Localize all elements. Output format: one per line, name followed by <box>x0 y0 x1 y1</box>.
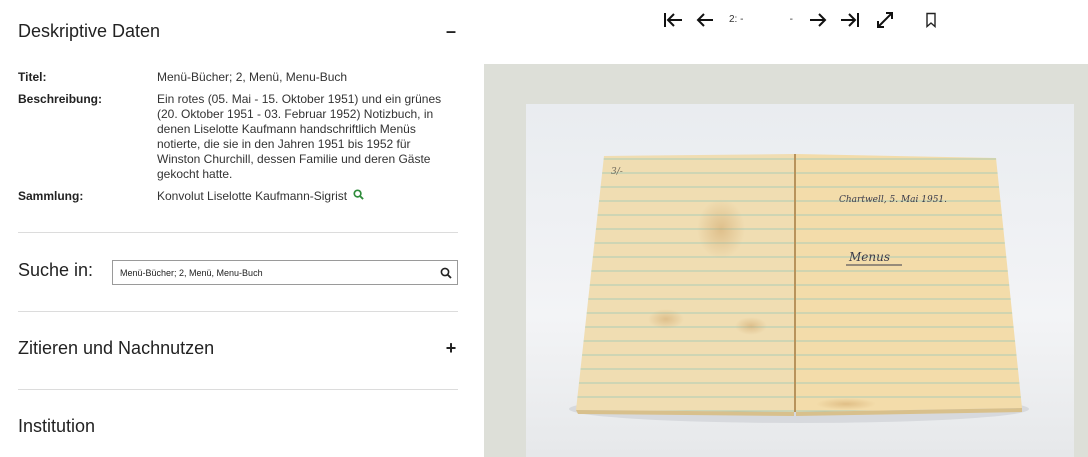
collection-link[interactable]: Konvolut Liselotte Kaufmann-Sigrist <box>157 189 347 203</box>
next-page-button[interactable] <box>807 9 829 31</box>
institution-section-header[interactable]: Institution <box>18 416 458 437</box>
search-label: Suche in: <box>18 260 94 280</box>
field-row-sammlung: Sammlung: Konvolut Liselotte Kaufmann-Si… <box>18 189 458 204</box>
previous-page-icon <box>696 13 713 27</box>
expand-toggle[interactable]: + <box>444 338 458 359</box>
image-viewer[interactable]: 3/- Chartwell, 5. Mai 1951. Menus <box>484 64 1088 457</box>
field-label: Beschreibung: <box>18 92 103 106</box>
metadata-list: Titel: Menü-Bücher; 2, Menü, Menu-Buch B… <box>18 70 458 211</box>
handwritten-title: Menus <box>848 250 890 264</box>
fullscreen-icon <box>877 12 893 28</box>
divider <box>18 232 458 233</box>
field-label: Sammlung: <box>18 189 84 203</box>
page-number-mark: 3/- <box>611 167 623 177</box>
descriptive-section-header[interactable]: Deskriptive Daten – <box>18 21 458 42</box>
descriptive-section-title: Deskriptive Daten <box>18 21 161 41</box>
last-page-button[interactable] <box>839 9 861 31</box>
institution-section-title: Institution <box>18 416 96 436</box>
field-label: Titel: <box>18 70 47 84</box>
metadata-panel: Deskriptive Daten – Titel: Menü-Bücher; … <box>0 0 478 457</box>
viewer-toolbar: 2: - - <box>484 0 1088 40</box>
search-icon <box>440 267 452 279</box>
fullscreen-button[interactable] <box>874 9 896 31</box>
first-page-button[interactable] <box>662 9 684 31</box>
field-value: Ein rotes (05. Mai - 15. Oktober 1951) u… <box>157 92 442 181</box>
search-input[interactable] <box>113 262 435 283</box>
previous-page-button[interactable] <box>694 9 716 31</box>
zitieren-section-header[interactable]: Zitieren und Nachnutzen + <box>18 338 458 359</box>
last-page-icon <box>841 13 859 27</box>
first-page-icon <box>664 13 682 27</box>
bookmark-icon <box>926 12 936 28</box>
search-box <box>112 260 458 285</box>
field-row-titel: Titel: Menü-Bücher; 2, Menü, Menu-Buch <box>18 70 458 85</box>
divider <box>18 389 458 390</box>
field-value: Konvolut Liselotte Kaufmann-Sigrist <box>157 189 447 204</box>
field-value: Menü-Bücher; 2, Menü, Menu-Buch <box>157 70 348 84</box>
search-button[interactable] <box>435 262 457 284</box>
notebook-photo[interactable]: 3/- Chartwell, 5. Mai 1951. Menus <box>526 104 1074 457</box>
bookmark-button[interactable] <box>920 9 942 31</box>
page-select[interactable]: 2: - - <box>729 11 793 27</box>
collapse-toggle[interactable]: – <box>444 21 458 42</box>
page-select-value: 2: - <box>729 13 744 25</box>
zitieren-section-title: Zitieren und Nachnutzen <box>18 338 215 358</box>
notebook-image: 3/- Chartwell, 5. Mai 1951. Menus <box>569 154 1029 423</box>
divider <box>18 311 458 312</box>
search-icon[interactable] <box>353 189 365 204</box>
handwritten-heading: Chartwell, 5. Mai 1951. <box>839 195 947 205</box>
field-row-beschreibung: Beschreibung: Ein rotes (05. Mai - 15. O… <box>18 92 458 182</box>
chevron-down-icon: - <box>789 13 793 25</box>
next-page-icon <box>810 13 827 27</box>
